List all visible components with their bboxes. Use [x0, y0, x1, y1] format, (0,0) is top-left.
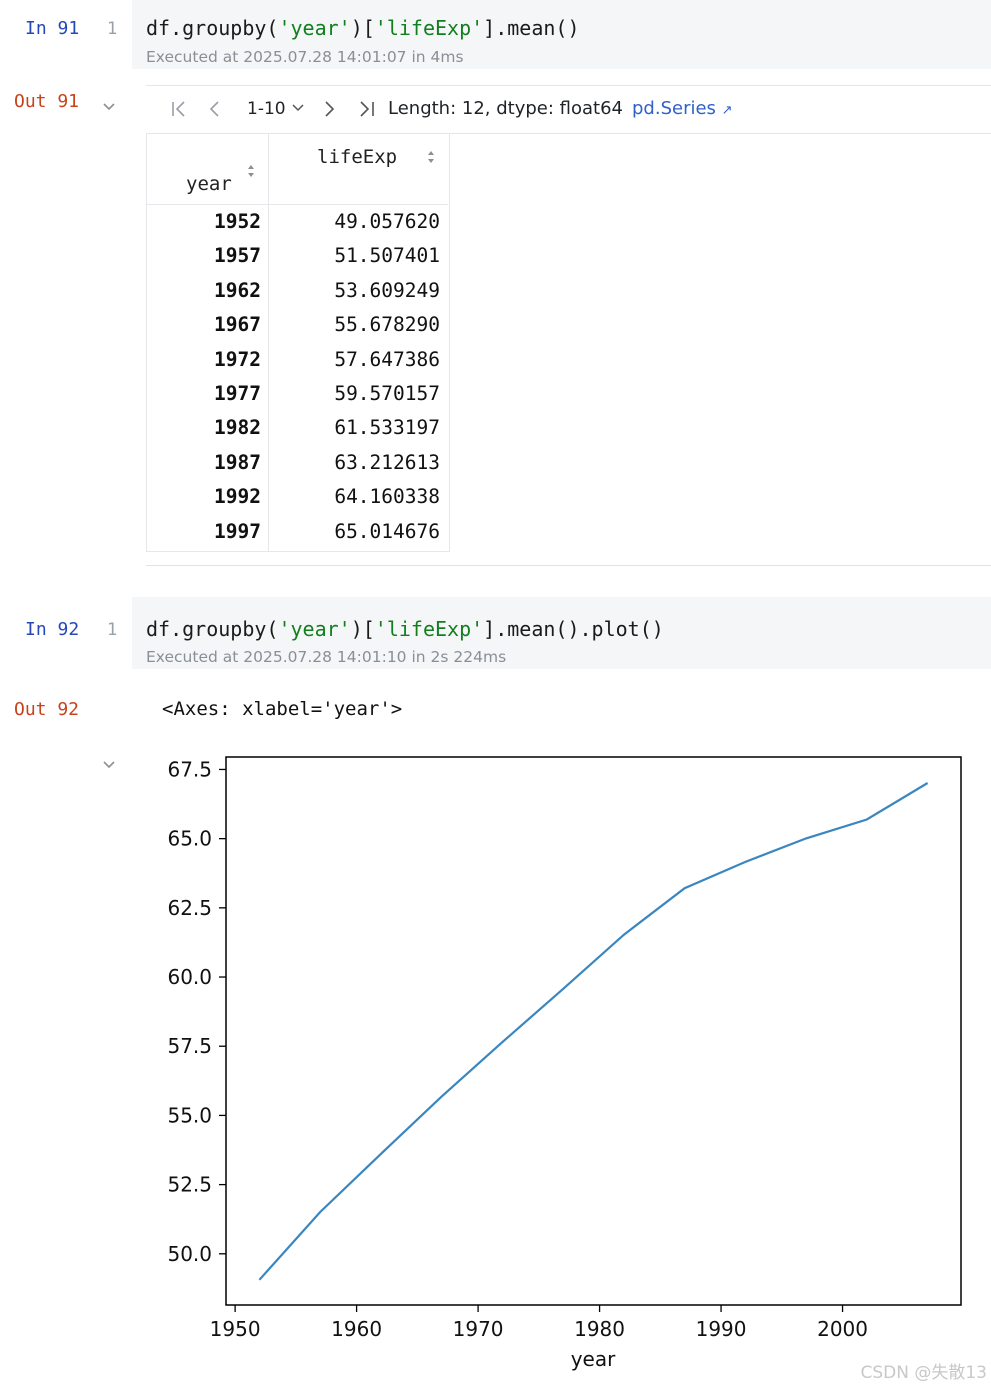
x-tick-label: 2000 [817, 1317, 868, 1341]
y-tick-label: 52.5 [167, 1173, 212, 1197]
x-tick-label: 1980 [574, 1317, 625, 1341]
y-tick-label: 55.0 [167, 1103, 212, 1127]
x-tick-label: 1970 [453, 1317, 504, 1341]
line-chart: 50.0 52.5 55.0 57.5 60.0 62.5 65.0 67.5 1950 196… [167, 756, 962, 1371]
y-tick-label: 57.5 [167, 1034, 212, 1058]
x-tick-label: 1960 [331, 1317, 382, 1341]
watermark: CSDN @失散13 [860, 1363, 987, 1383]
series-line [258, 782, 929, 1281]
x-tick-label: 1950 [210, 1317, 261, 1341]
x-tick-label: 1990 [696, 1317, 747, 1341]
y-tick-label: 60.0 [167, 965, 212, 989]
y-axis: 50.0 52.5 55.0 57.5 60.0 62.5 65.0 67.5 [167, 757, 226, 1266]
y-tick-label: 65.0 [167, 827, 212, 851]
x-axis-label: year [571, 1347, 616, 1371]
y-tick-label: 67.5 [167, 757, 212, 781]
y-tick-label: 50.0 [167, 1242, 212, 1266]
axes-frame [225, 756, 962, 1306]
y-tick-label: 62.5 [167, 896, 212, 920]
x-axis: 1950 1960 1970 1980 1990 2000 [210, 1305, 868, 1341]
